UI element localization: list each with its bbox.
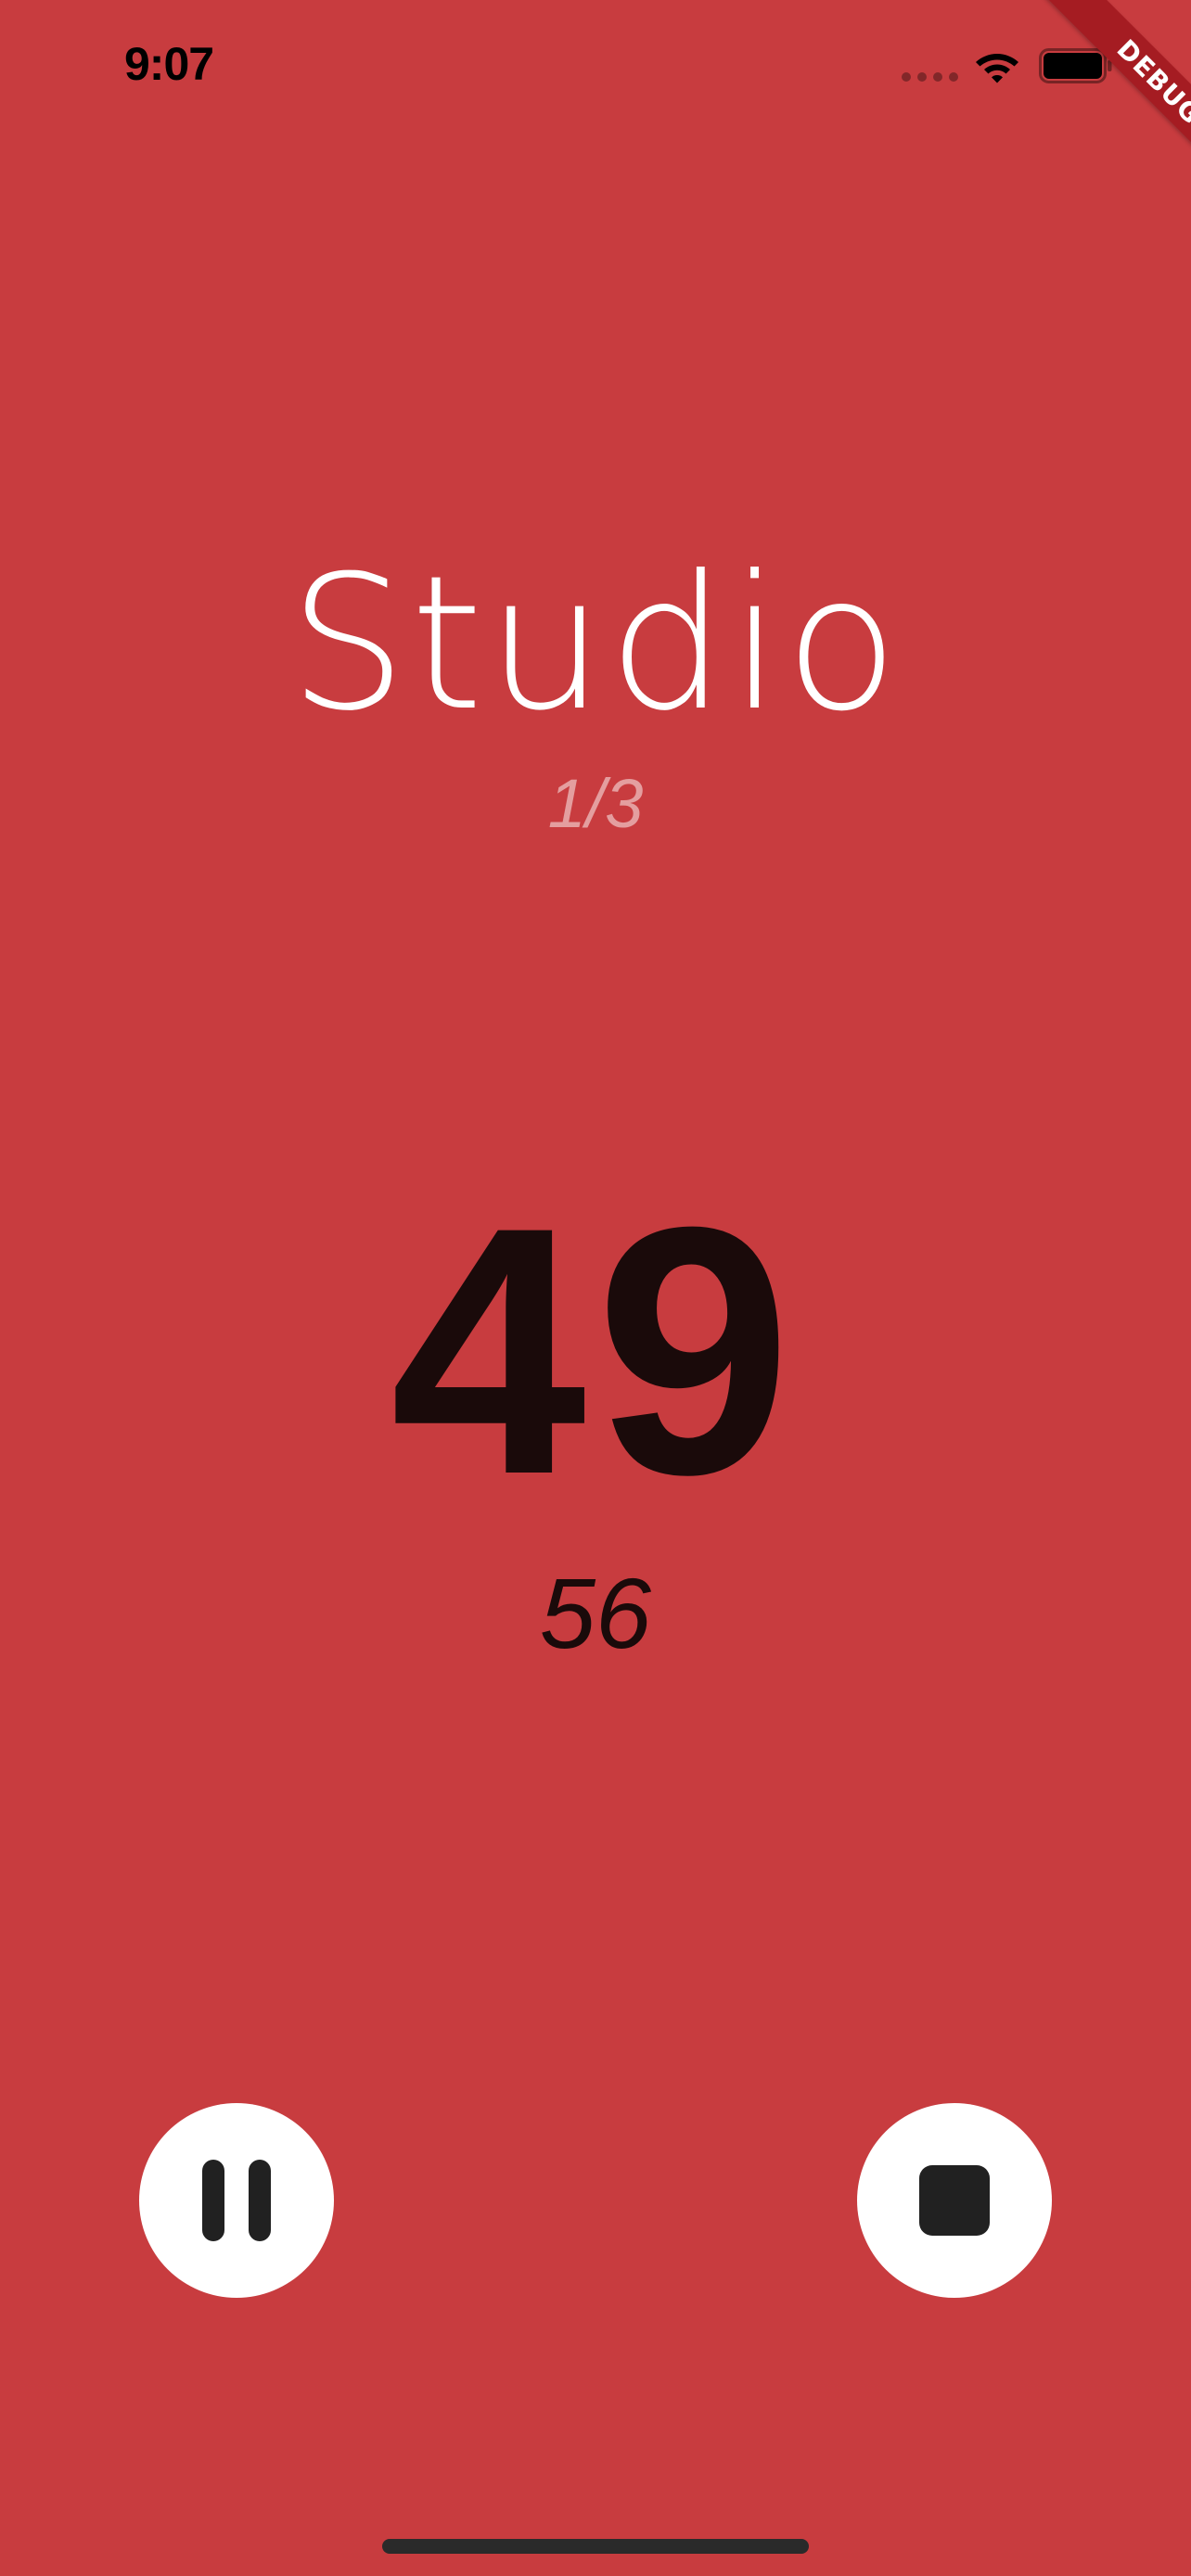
timer-main-value: 49 [390,1154,801,1548]
debug-banner: DEBUG [1040,0,1191,201]
status-time: 9:07 [124,38,214,90]
workout-screen: 9:07 DEBUG Studio 1/3 49 56 [0,0,1191,2576]
timer-sub-value: 56 [539,1557,652,1669]
wifi-icon [976,54,1018,83]
workout-title: Studio [288,536,903,752]
stop-button[interactable] [857,2103,1052,2298]
stop-icon [919,2165,990,2236]
home-indicator[interactable] [382,2539,809,2554]
pause-icon [202,2160,271,2241]
pause-button[interactable] [139,2103,334,2298]
workout-progress: 1/3 [547,765,644,842]
cellular-signal-icon [902,72,959,82]
